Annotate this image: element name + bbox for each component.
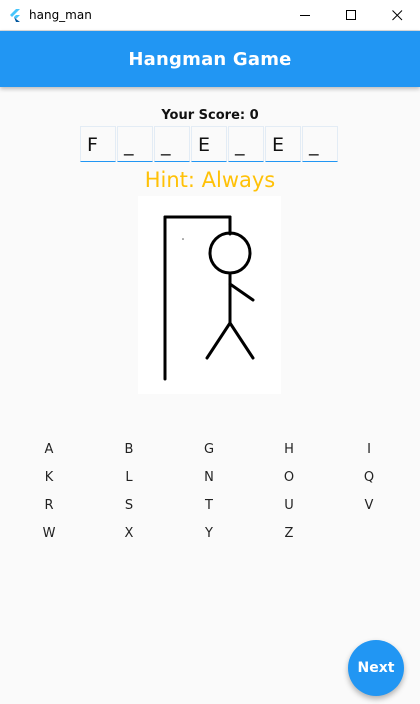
letter-key-z[interactable]: Z [259,520,319,548]
app-bar-title: Hangman Game [128,48,292,70]
speck [182,238,184,240]
letter-key-t[interactable]: T [179,492,239,520]
word-letter-1: F [80,126,116,162]
minimize-icon [299,15,310,16]
letter-key-v[interactable]: V [339,492,399,520]
next-button[interactable]: Next [348,640,404,696]
letter-key-g[interactable]: G [179,436,239,464]
word-letter-6: E [265,126,301,162]
letter-key-u[interactable]: U [259,492,319,520]
hint-text: Hint: Always [144,168,276,192]
close-icon [391,10,402,21]
word-letter-2: _ [117,126,153,162]
hangman-left-leg [205,321,232,360]
score-label: Your Score: 0 [161,108,259,123]
letter-key-i[interactable]: I [339,436,399,464]
letter-key-k[interactable]: K [19,464,79,492]
letter-key-s[interactable]: S [99,492,159,520]
letter-key-l[interactable]: L [99,464,159,492]
letter-key-q[interactable]: Q [339,464,399,492]
letter-key-y[interactable]: Y [179,520,239,548]
letter-key-b[interactable]: B [99,436,159,464]
hangman-figure-icon [163,215,255,381]
letter-key-a[interactable]: A [19,436,79,464]
maximize-button[interactable] [328,0,374,31]
letter-key-o[interactable]: O [259,464,319,492]
maximize-icon [345,10,356,20]
window-titlebar: hang_man [0,0,420,31]
word-letter-4: E [191,126,227,162]
word-letter-7: _ [302,126,338,162]
word-display: F _ _ E _ E _ [80,126,339,162]
hangman-right-leg [228,321,255,360]
next-button-label: Next [357,660,395,676]
close-button[interactable] [374,0,420,31]
letter-key-r[interactable]: R [19,492,79,520]
window-title: hang_man [29,8,92,22]
flutter-logo-icon [10,9,20,22]
app-bar: Hangman Game [0,31,420,87]
hangman-head [208,231,252,275]
letter-key-x[interactable]: X [99,520,159,548]
hangman-arm [228,282,255,302]
word-letter-5: _ [228,126,264,162]
hangman-drawing [138,196,281,394]
letter-key-w[interactable]: W [19,520,79,548]
letter-key-h[interactable]: H [259,436,319,464]
minimize-button[interactable] [282,0,328,31]
letter-key-n[interactable]: N [179,464,239,492]
word-letter-3: _ [154,126,190,162]
